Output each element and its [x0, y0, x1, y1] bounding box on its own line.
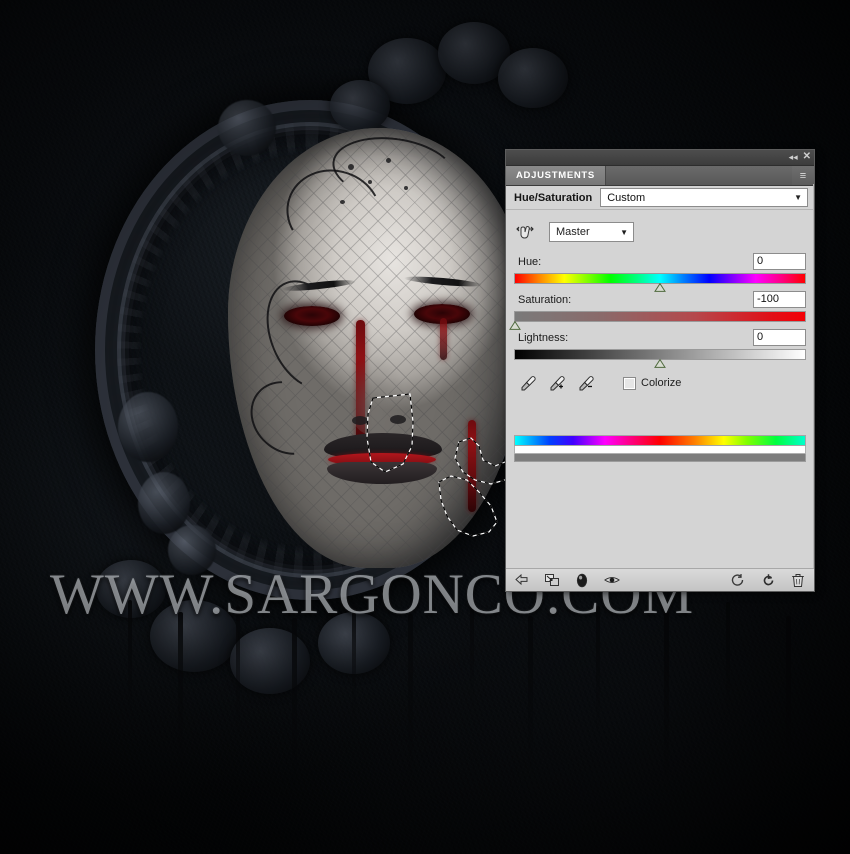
slider-lightness-track[interactable] — [514, 349, 806, 368]
toggle-visibility-icon[interactable] — [604, 572, 620, 588]
toggle-layer-mask-icon[interactable] — [574, 572, 590, 588]
adjustment-title: Hue/Saturation — [514, 191, 593, 204]
adjustment-title-row: Hue/Saturation Custom ▼ — [506, 186, 814, 210]
slider-hue: Hue: 0 — [514, 253, 806, 292]
slider-saturation-head: Saturation: -100 — [514, 291, 806, 308]
slider-saturation-value[interactable]: -100 — [753, 291, 806, 308]
color-spectrum-bar[interactable] — [514, 435, 806, 446]
chevron-down-icon: ▼ — [794, 193, 802, 202]
slider-saturation-label: Saturation: — [518, 293, 572, 306]
tab-adjustments-label: ADJUSTMENTS — [516, 170, 595, 181]
panel-tabstrip: ADJUSTMENTS ≡ — [506, 166, 814, 186]
slider-lightness-value[interactable]: 0 — [753, 329, 806, 346]
slider-lightness: Lightness: 0 — [514, 329, 806, 368]
panel-window-controls: ◂◂ ✕ — [789, 151, 811, 163]
eyedropper-tools-row: Colorize — [520, 372, 806, 394]
slider-saturation: Saturation: -100 — [509, 291, 806, 330]
tabstrip-filler — [605, 166, 792, 185]
close-icon[interactable]: ✕ — [803, 151, 811, 163]
clip-to-layer-icon[interactable] — [514, 572, 530, 588]
color-spectrum-group — [514, 435, 806, 462]
previous-state-icon[interactable] — [544, 572, 560, 588]
reset-icon[interactable] — [760, 572, 776, 588]
panel-footer-toolbar — [506, 568, 814, 591]
panel-body: Master ▼ Hue: 0 Saturation: -100 Lightne… — [506, 210, 814, 462]
colorize-checkbox[interactable] — [623, 376, 636, 390]
slider-lightness-head: Lightness: 0 — [514, 329, 806, 346]
panel-menu-icon[interactable]: ≡ — [792, 166, 814, 185]
return-to-list-icon[interactable] — [730, 572, 746, 588]
slider-hue-thumb[interactable] — [654, 283, 666, 292]
channel-row: Master ▼ — [516, 219, 806, 245]
delete-layer-icon[interactable] — [790, 572, 806, 588]
colorize-checkbox-group[interactable]: Colorize — [623, 376, 682, 390]
slider-hue-label: Hue: — [518, 255, 542, 268]
slider-saturation-track[interactable] — [509, 311, 806, 330]
tab-adjustments[interactable]: ADJUSTMENTS — [506, 166, 606, 185]
slider-hue-value[interactable]: 0 — [753, 253, 806, 270]
eyedropper-add-icon[interactable] — [549, 375, 566, 392]
channel-dropdown[interactable]: Master ▼ — [549, 222, 634, 242]
colorize-label: Colorize — [641, 377, 682, 389]
collapse-to-icons-icon[interactable]: ◂◂ — [789, 151, 798, 163]
spectrum-range-white-bar[interactable] — [514, 446, 806, 454]
channel-dropdown-value: Master — [556, 226, 590, 238]
panel-titlebar: ◂◂ ✕ — [506, 150, 814, 166]
preset-dropdown-value: Custom — [607, 191, 646, 204]
slider-hue-track[interactable] — [514, 273, 806, 292]
slider-saturation-thumb[interactable] — [509, 321, 521, 330]
eyedropper-subtract-icon[interactable] — [578, 375, 595, 392]
slider-lightness-thumb[interactable] — [654, 359, 666, 368]
spectrum-range-gray-bar[interactable] — [514, 454, 806, 462]
targeted-adjustment-hand-icon[interactable] — [516, 223, 535, 242]
adjustments-panel[interactable]: ◂◂ ✕ ADJUSTMENTS ≡ Hue/Saturation Custom… — [506, 150, 814, 591]
panel-right-edge — [813, 184, 814, 569]
preset-dropdown[interactable]: Custom ▼ — [600, 188, 808, 207]
slider-hue-head: Hue: 0 — [514, 253, 806, 270]
chevron-down-icon: ▼ — [620, 227, 628, 237]
eyedropper-sample-icon[interactable] — [520, 375, 537, 392]
slider-lightness-label: Lightness: — [518, 331, 569, 344]
